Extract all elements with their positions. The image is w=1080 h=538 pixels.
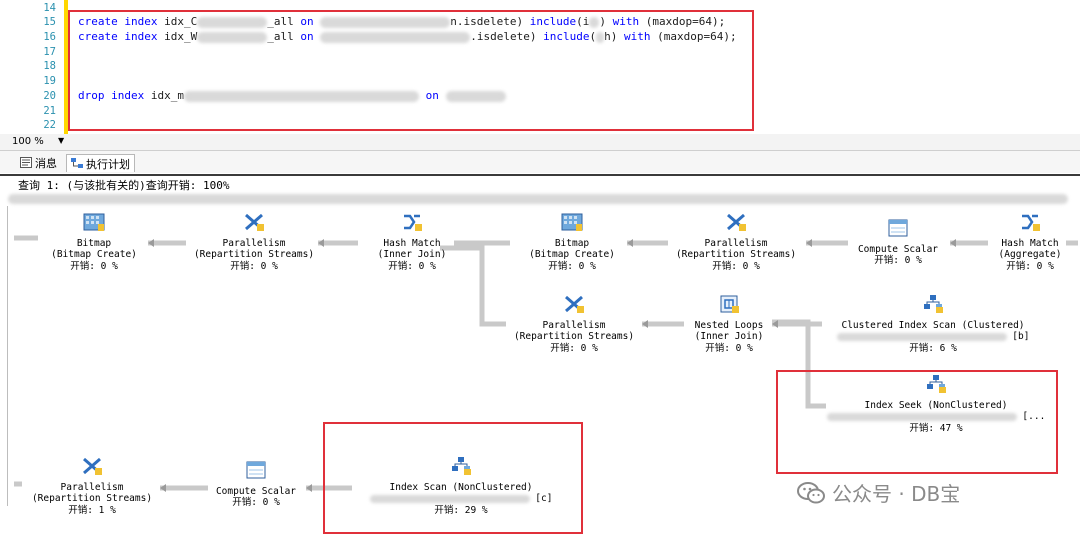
operator-compute-scalar[interactable]: Compute Scalar 开销: 0 %: [208, 460, 304, 509]
operator-cost: 开销: 0 %: [388, 260, 436, 272]
redacted-text: [836, 332, 1007, 341]
operator-clustered-index-scan[interactable]: Clustered Index Scan (Clustered) [b] 开销:…: [826, 294, 1040, 354]
operator-cost: 开销: 0 %: [874, 255, 922, 266]
operator-parallelism[interactable]: Parallelism (Repartition Streams) 开销: 0 …: [668, 212, 804, 272]
nested-loops-icon: [720, 295, 739, 313]
operator-name: Nested Loops: [694, 319, 764, 331]
operator-cost: 开销: 0 %: [1006, 260, 1054, 272]
operator-name: Hash Match: [383, 237, 441, 249]
operator-nested-loops[interactable]: Nested Loops (Inner Join) 开销: 0 %: [684, 294, 774, 354]
operator-hash-match-join[interactable]: Hash Match (Inner Join) 开销: 0 %: [362, 212, 462, 272]
operator-subtitle: (Aggregate): [998, 249, 1062, 260]
operator-subtitle: (Inner Join): [377, 249, 447, 260]
watermark-text: 公众号 · DB宝: [832, 482, 961, 506]
operator-parallelism[interactable]: Parallelism (Repartition Streams) 开销: 0 …: [186, 212, 322, 272]
operator-name: Compute Scalar: [857, 243, 939, 255]
operator-cost: 开销: 6 %: [909, 342, 957, 354]
operator-name: Parallelism: [60, 481, 124, 493]
operator-cost: 开销: 0 %: [70, 260, 118, 272]
operator-name: Hash Match: [1001, 237, 1059, 249]
operator-name: Bitmap: [76, 237, 112, 249]
operator-subtitle: [b]: [1012, 331, 1030, 342]
operator-cost: 开销: 0 %: [550, 342, 598, 354]
operator-name: Parallelism: [222, 237, 286, 249]
hash-match-icon: [404, 214, 422, 231]
operator-name: Parallelism: [704, 237, 768, 249]
highlight-box-index-scan: [323, 422, 583, 534]
operator-cost: 开销: 0 %: [705, 342, 753, 354]
operator-name: Parallelism: [542, 319, 606, 331]
operator-parallelism[interactable]: Parallelism (Repartition Streams) 开销: 0 …: [506, 294, 642, 354]
operator-name: Clustered Index Scan (Clustered): [841, 319, 1025, 331]
operator-subtitle: (Bitmap Create): [529, 249, 615, 260]
parallelism-icon: [245, 213, 264, 231]
operator-subtitle: (Bitmap Create): [51, 249, 137, 260]
operator-cost: 开销: 0 %: [232, 497, 280, 508]
operator-subtitle: (Repartition Streams): [513, 331, 635, 342]
operator-hash-match-aggregate[interactable]: Hash Match (Aggregate) 开销: 0 %: [984, 212, 1076, 272]
parallelism-icon: [83, 457, 102, 475]
operator-cost: 开销: 0 %: [712, 260, 760, 272]
operator-bitmap-create[interactable]: Bitmap (Bitmap Create) 开销: 0 %: [44, 212, 144, 272]
operator-name: Bitmap: [554, 237, 590, 249]
wechat-icon: [797, 481, 825, 503]
operator-subtitle: (Inner Join): [694, 331, 764, 342]
clustered-index-scan-icon: [924, 295, 943, 313]
compute-scalar-icon: [246, 461, 266, 479]
operator-name: Compute Scalar: [215, 485, 297, 497]
highlight-box-index-seek: [776, 370, 1058, 474]
operator-cost: 开销: 0 %: [548, 260, 596, 272]
operator-compute-scalar[interactable]: Compute Scalar 开销: 0 %: [848, 218, 948, 267]
operator-subtitle: (Repartition Streams): [193, 249, 315, 260]
bitmap-icon: [83, 213, 105, 231]
operator-bitmap-create[interactable]: Bitmap (Bitmap Create) 开销: 0 %: [522, 212, 622, 272]
parallelism-icon: [565, 295, 584, 313]
bitmap-icon: [561, 213, 583, 231]
parallelism-icon: [727, 213, 746, 231]
operator-parallelism[interactable]: Parallelism (Repartition Streams) 开销: 1 …: [24, 456, 160, 516]
operator-subtitle: (Repartition Streams): [675, 249, 797, 260]
hash-match-icon: [1022, 214, 1040, 231]
operator-cost: 开销: 1 %: [68, 504, 116, 516]
compute-scalar-icon: [888, 219, 908, 237]
watermark: 公众号 · DB宝: [796, 478, 960, 507]
operator-subtitle: (Repartition Streams): [31, 493, 153, 504]
operator-cost: 开销: 0 %: [230, 260, 278, 272]
